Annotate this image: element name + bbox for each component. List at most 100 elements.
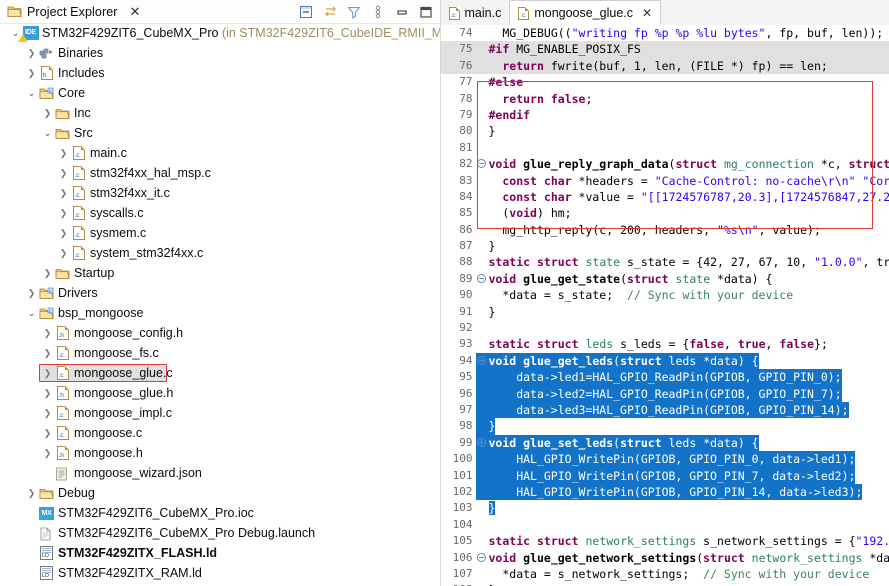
fold-marker[interactable] <box>476 156 487 172</box>
code-line[interactable]: 94 void glue_get_leds(struct leds *data) … <box>440 352 889 370</box>
maximize-icon[interactable] <box>419 4 434 19</box>
chevron-right-icon[interactable]: ❯ <box>41 103 54 123</box>
tree-item[interactable]: ❯ .c main.c <box>0 143 440 163</box>
code-viewport[interactable]: 74 MG_DEBUG(("writing fp %p %p %lu bytes… <box>440 25 889 586</box>
project-tree[interactable]: ⌄ IDE STM32F429ZIT6_CubeMX_Pro (in STM32F4… <box>0 23 440 586</box>
chevron-down-icon[interactable]: ⌄ <box>25 83 38 103</box>
tree-item[interactable]: ❯ .c mongoose.c <box>0 423 440 443</box>
fold-marker[interactable] <box>476 533 487 549</box>
chevron-right-icon[interactable]: ❯ <box>57 223 70 243</box>
fold-marker[interactable] <box>475 483 487 501</box>
code-line[interactable]: 105 static struct network_settings s_netw… <box>440 533 889 550</box>
code-line[interactable]: 91} <box>440 303 889 321</box>
fold-marker[interactable] <box>476 189 487 205</box>
code-line[interactable]: 106 void glue_get_network_settings(struct… <box>440 549 889 566</box>
tree-item[interactable]: ❯ Inc <box>0 103 440 123</box>
chevron-right-icon[interactable]: ❯ <box>25 283 38 303</box>
tree-item[interactable]: ⌄ IDE STM32F429ZIT6_CubeMX_Pro (in STM32F4… <box>0 23 440 43</box>
fold-marker[interactable] <box>475 352 487 370</box>
filter-icon[interactable] <box>347 4 362 19</box>
code-line[interactable]: 88 static struct state s_state = {42, 27,… <box>440 254 889 271</box>
chevron-right-icon[interactable]: ❯ <box>41 443 54 463</box>
code-line[interactable]: 108} <box>440 582 889 586</box>
link-with-editor-icon[interactable] <box>323 4 338 19</box>
code-line[interactable]: 96 data->led2=HAL_GPIO_ReadPin(GPIOB, GP… <box>440 385 889 402</box>
tree-item[interactable]: ›LDSTM32F429ZITX_FLASH.ld <box>0 543 440 563</box>
code-line[interactable]: 82 void glue_reply_graph_data(struct mg_c… <box>440 156 889 173</box>
fold-marker[interactable] <box>476 205 487 221</box>
code-line[interactable]: 87} <box>440 238 889 255</box>
chevron-right-icon[interactable]: ❯ <box>57 163 70 183</box>
fold-marker[interactable] <box>476 74 487 90</box>
chevron-right-icon[interactable]: ❯ <box>25 483 38 503</box>
editor-tab[interactable]: .c mongoose_glue.c ✕ <box>509 0 662 26</box>
fold-marker[interactable] <box>476 58 487 74</box>
chevron-right-icon[interactable]: ❯ <box>41 363 54 383</box>
code-line[interactable]: 98} <box>440 418 889 435</box>
fold-marker[interactable] <box>476 287 487 303</box>
fold-marker[interactable] <box>476 91 487 107</box>
code-line[interactable]: 76 return fwrite(buf, 1, len, (FILE *) f… <box>440 57 889 75</box>
collapse-all-icon[interactable] <box>299 4 314 19</box>
tree-item[interactable]: ❯ .h mongoose_glue.h <box>0 383 440 403</box>
code-line[interactable]: 95 data->led1=HAL_GPIO_ReadPin(GPIOB, GP… <box>440 369 889 386</box>
close-icon[interactable]: ✕ <box>642 6 652 20</box>
fold-marker[interactable] <box>476 107 487 123</box>
code-line[interactable]: 80} <box>440 123 889 140</box>
code-line[interactable]: 104 <box>440 516 889 534</box>
tree-item[interactable]: ⌄ c bsp_mongoose <box>0 303 440 323</box>
fold-marker[interactable] <box>476 25 487 41</box>
code-line[interactable]: 81 <box>440 139 889 157</box>
fold-marker[interactable] <box>476 173 487 189</box>
code-line[interactable]: 79 #endif <box>440 106 889 124</box>
chevron-right-icon[interactable]: ❯ <box>25 43 38 63</box>
code-line[interactable]: 92 <box>440 320 889 337</box>
code-line[interactable]: 78 return false; <box>440 90 889 107</box>
fold-marker[interactable] <box>475 451 487 468</box>
tree-item[interactable]: ❯ .c mongoose_fs.c <box>0 343 440 363</box>
code-line[interactable]: 83 const char *headers = "Cache-Control:… <box>440 172 889 189</box>
tree-item[interactable]: ›STM32F429ZIT6_CubeMX_Pro Debug.launch <box>0 523 440 543</box>
fold-marker[interactable] <box>476 304 487 320</box>
chevron-right-icon[interactable]: ❯ <box>41 343 54 363</box>
tree-item[interactable]: ›LDSTM32F429ZITX_RAM.ld <box>0 563 440 583</box>
code-line[interactable]: 77 #else <box>440 74 889 91</box>
fold-marker[interactable] <box>476 222 487 238</box>
tree-item[interactable]: ›mongoose_wizard.json <box>0 463 440 483</box>
fold-marker[interactable] <box>476 582 487 586</box>
code-line[interactable]: 99 void glue_set_leds(struct leds *data) … <box>440 434 889 452</box>
tree-item[interactable]: ❯ Debug <box>0 483 440 503</box>
code-line[interactable]: 74 MG_DEBUG(("writing fp %p %p %lu bytes… <box>440 25 889 42</box>
editor-tab[interactable]: .c main.c <box>440 1 510 25</box>
code-line[interactable]: 102 HAL_GPIO_WritePin(GPIOB, GPIO_PIN_14… <box>440 483 889 501</box>
code-line[interactable]: 100 HAL_GPIO_WritePin(GPIOB, GPIO_PIN_0,… <box>440 451 889 468</box>
minimize-icon[interactable] <box>395 4 410 19</box>
code-line[interactable]: 86 mg_http_reply(c, 200, headers, "%s\n"… <box>440 221 889 239</box>
fold-marker[interactable] <box>475 369 487 386</box>
fold-marker[interactable] <box>476 271 487 287</box>
chevron-right-icon[interactable]: ❯ <box>57 203 70 223</box>
fold-marker[interactable] <box>476 238 487 254</box>
fold-marker[interactable] <box>475 385 487 402</box>
tree-item[interactable]: ❯ .c mongoose_impl.c <box>0 403 440 423</box>
tree-item[interactable]: ❯ Startup <box>0 263 440 283</box>
tree-item-selected[interactable]: ❯ .c mongoose_glue.c <box>0 363 440 383</box>
tree-item[interactable]: ❯ c Drivers <box>0 283 440 303</box>
code-line[interactable]: 84 const char *value = "[[1724576787,20.… <box>440 188 889 206</box>
code-line[interactable]: 101 HAL_GPIO_WritePin(GPIOB, GPIO_PIN_7,… <box>440 467 889 484</box>
code-line[interactable]: 93 static struct leds s_leds = {false, tr… <box>440 336 889 353</box>
code-line[interactable]: 89 void glue_get_state(struct state *data… <box>440 270 889 288</box>
code-line[interactable]: 107 *data = s_network_settings; // Sync … <box>440 565 889 583</box>
fold-marker[interactable] <box>475 401 487 419</box>
tree-item[interactable]: ❯ .c syscalls.c <box>0 203 440 223</box>
code-line[interactable]: 75 #if MG_ENABLE_POSIX_FS <box>440 41 889 58</box>
fold-marker[interactable] <box>476 254 487 270</box>
tree-item[interactable]: ❯ .c sysmem.c <box>0 223 440 243</box>
editor-tab-bar[interactable]: .c main.c .c mongoose_glue.c ✕ <box>440 0 889 26</box>
chevron-right-icon[interactable]: ❯ <box>41 383 54 403</box>
tree-item[interactable]: ›MXSTM32F429ZIT6_CubeMX_Pro.ioc <box>0 503 440 523</box>
tree-item[interactable]: ⌄ Src <box>0 123 440 143</box>
chevron-right-icon[interactable]: ❯ <box>41 403 54 423</box>
tree-item[interactable]: ❯ .c stm32f4xx_hal_msp.c <box>0 163 440 183</box>
tree-item[interactable]: ❯ h Includes <box>0 63 440 83</box>
